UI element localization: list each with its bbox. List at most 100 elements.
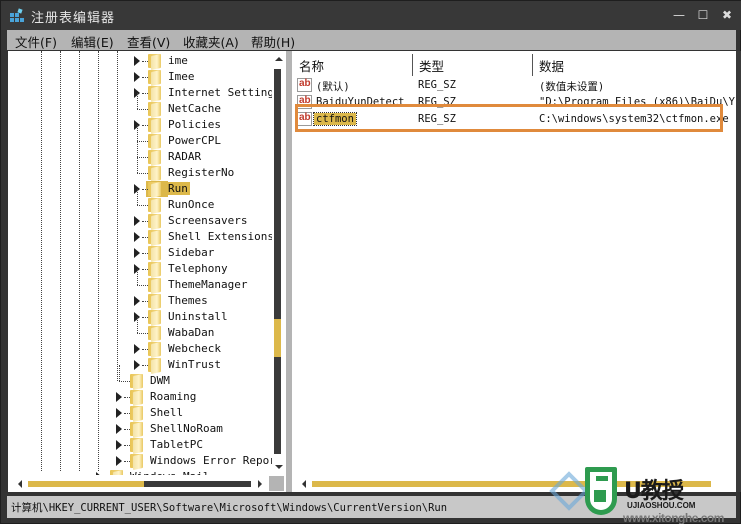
string-value-icon: ab — [297, 95, 312, 109]
close-button[interactable]: ✖ — [713, 5, 741, 25]
scroll-right-arrow-icon[interactable] — [258, 480, 262, 488]
tree-item-label: Uninstall — [168, 310, 228, 323]
folder-icon — [148, 149, 162, 167]
tree-item-label: Windows Error Report — [150, 454, 283, 467]
menu-file[interactable]: 文件(F) — [15, 32, 57, 51]
scroll-left-arrow-icon[interactable] — [302, 480, 306, 488]
tree-item-label: PowerCPL — [168, 134, 221, 147]
expand-arrow-icon[interactable] — [134, 56, 140, 66]
tree-item-label: TabletPC — [150, 438, 203, 451]
scroll-thumb[interactable] — [28, 481, 144, 487]
folder-icon — [148, 165, 162, 183]
value-row-default[interactable]: ab (默认) REG_SZ (数值未设置) — [292, 78, 736, 94]
tree-item-label: DWM — [150, 374, 170, 387]
tree-item-label: WinTrust — [168, 358, 221, 371]
expand-arrow-icon[interactable] — [134, 360, 140, 370]
tree-horizontal-scrollbar[interactable] — [8, 475, 272, 492]
value-name: (默认) — [316, 81, 350, 93]
folder-icon — [148, 69, 162, 87]
expand-arrow-icon[interactable] — [134, 72, 140, 82]
expand-arrow-icon[interactable] — [116, 408, 122, 418]
registry-tree[interactable]: ime Imee Internet Settings NetCache Policies… — [8, 51, 286, 492]
folder-icon — [148, 197, 162, 215]
column-header-name[interactable]: 名称 — [299, 56, 324, 75]
values-list[interactable]: 名称 类型 数据 ab (默认) REG_SZ (数值未设置) ab Baidu… — [292, 51, 736, 492]
expand-arrow-icon[interactable] — [116, 424, 122, 434]
expand-arrow-icon[interactable] — [134, 296, 140, 306]
folder-icon — [148, 309, 162, 327]
expand-arrow-icon[interactable] — [116, 392, 122, 402]
tree-item-label: Shell — [150, 406, 184, 419]
registry-editor-window: 注册表编辑器 — ☐ ✖ 文件(F) 编辑(E) 查看(V) 收藏夹(A) 帮助… — [0, 0, 741, 524]
current-key-path: 计算机\HKEY_CURRENT_USER\Software\Microsoft… — [11, 502, 448, 514]
title-bar: 注册表编辑器 — ☐ ✖ — [1, 1, 741, 30]
window-right-edge — [736, 51, 741, 492]
tree-item-label: Run — [166, 182, 190, 195]
column-header-type[interactable]: 类型 — [419, 56, 444, 75]
folder-icon — [148, 229, 162, 247]
folder-icon — [148, 85, 162, 103]
tree-item-label: RunOnce — [168, 198, 215, 211]
minimize-icon: — — [673, 8, 685, 22]
expand-arrow-icon[interactable] — [116, 440, 122, 450]
tree-item-label: Internet Settings — [168, 86, 281, 99]
folder-icon — [130, 373, 144, 391]
tree-connector — [119, 365, 120, 381]
scroll-left-arrow-icon[interactable] — [18, 480, 22, 488]
scroll-thumb[interactable] — [274, 318, 281, 357]
scrollbar-corner — [268, 475, 286, 492]
expand-arrow-icon[interactable] — [134, 344, 140, 354]
tree-connector — [137, 269, 138, 285]
folder-icon — [148, 325, 162, 343]
folder-icon — [148, 181, 162, 199]
tree-vertical-scrollbar[interactable] — [272, 51, 286, 475]
value-name: ctfmon — [313, 112, 357, 126]
registry-editor-icon — [10, 8, 24, 22]
folder-icon — [148, 245, 162, 263]
folder-icon — [148, 53, 162, 71]
value-row-ctfmon[interactable]: ab ctfmon REG_SZ C:\windows\system32\ctf… — [292, 112, 736, 128]
tree-item-label: Screensavers — [168, 214, 248, 227]
value-type: REG_SZ — [418, 96, 456, 108]
maximize-icon: ☐ — [697, 8, 709, 22]
tree-item-label: Imee — [168, 70, 195, 83]
scroll-track[interactable] — [274, 69, 281, 454]
scroll-up-arrow-icon[interactable] — [275, 57, 283, 61]
value-data: C:\windows\system32\ctfmon.exe — [539, 113, 729, 125]
value-type: REG_SZ — [418, 113, 456, 125]
folder-icon — [148, 277, 162, 295]
menu-help[interactable]: 帮助(H) — [251, 32, 295, 51]
folder-icon — [148, 117, 162, 135]
tree-item-label: Sidebar — [168, 246, 215, 259]
expand-arrow-icon[interactable] — [116, 456, 122, 466]
value-row-baiduyundetect[interactable]: ab BaiduYunDetect REG_SZ "D:\Program Fil… — [292, 95, 736, 111]
values-horizontal-scrollbar[interactable] — [292, 475, 736, 492]
expand-arrow-icon[interactable] — [134, 248, 140, 258]
tree-item-label: Policies — [168, 118, 221, 131]
column-divider[interactable] — [412, 54, 413, 76]
column-header-data[interactable]: 数据 — [539, 56, 564, 75]
string-value-icon: ab — [297, 78, 312, 92]
value-data: "D:\Program Files (x86)\BaiDu\Yu — [539, 96, 736, 108]
tree-item-label: ime — [168, 54, 188, 67]
status-bar: 计算机\HKEY_CURRENT_USER\Software\Microsoft… — [7, 496, 736, 518]
tree-item-label: Roaming — [150, 390, 197, 403]
tree-item-label: RADAR — [168, 150, 202, 163]
scroll-thumb[interactable] — [312, 481, 711, 487]
column-divider[interactable] — [532, 54, 533, 76]
tree-item-label: NetCache — [168, 102, 221, 115]
tree-connector — [137, 189, 138, 205]
tree-item-label: Telephony — [168, 262, 228, 275]
menu-view[interactable]: 查看(V) — [127, 32, 170, 51]
tree-connector — [137, 93, 138, 109]
tree-connector — [137, 317, 138, 333]
menu-favorites[interactable]: 收藏夹(A) — [183, 32, 239, 51]
expand-arrow-icon[interactable] — [134, 232, 140, 242]
menu-edit[interactable]: 编辑(E) — [71, 32, 114, 51]
expand-arrow-icon[interactable] — [134, 216, 140, 226]
tree-connector — [137, 125, 138, 141]
value-type: REG_SZ — [418, 79, 456, 91]
scroll-down-arrow-icon[interactable] — [275, 465, 283, 469]
folder-icon — [148, 261, 162, 279]
string-value-icon: ab — [297, 112, 312, 126]
